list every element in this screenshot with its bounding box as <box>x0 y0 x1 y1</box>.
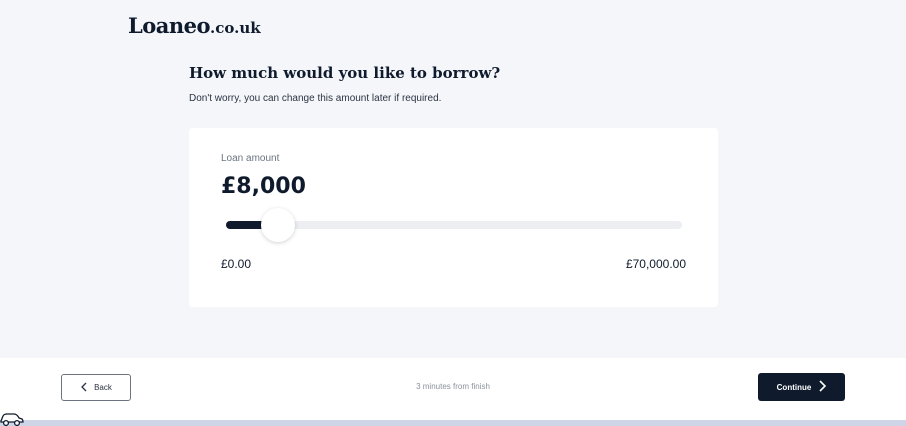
loan-amount-value: £8,000 <box>221 174 306 199</box>
loan-amount-slider[interactable] <box>226 208 682 242</box>
logo-name: Loaneo <box>128 13 211 38</box>
slider-thumb[interactable] <box>261 208 296 242</box>
continue-button-label: Continue <box>776 382 812 392</box>
slider-max-label: £70,000.00 <box>625 257 686 271</box>
logo: Loaneo.co.uk <box>128 13 261 38</box>
page-subtitle: Don't worry, you can change this amount … <box>189 93 442 104</box>
slider-min-label: £0.00 <box>221 257 252 271</box>
logo-tld: .co.uk <box>210 19 261 37</box>
page-title: How much would you like to borrow? <box>189 64 501 82</box>
chevron-right-icon <box>819 380 827 394</box>
progress-bar <box>0 420 906 426</box>
loan-amount-label: Loan amount <box>221 153 280 164</box>
car-icon <box>0 410 24 426</box>
footer-bar: Back 3 minutes from finish Continue <box>0 358 906 420</box>
loan-amount-card: Loan amount £8,000 £0.00 £70,000.00 <box>189 128 718 307</box>
continue-button[interactable]: Continue <box>758 373 845 401</box>
